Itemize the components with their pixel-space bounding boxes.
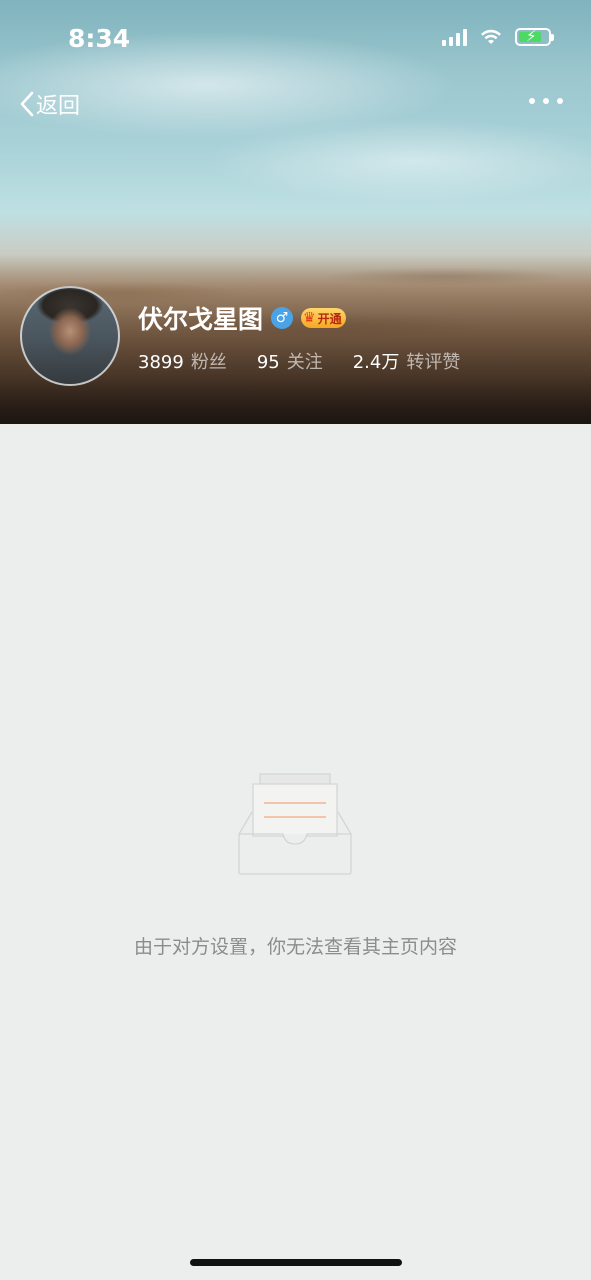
- cellular-signal-icon: [442, 28, 467, 46]
- back-button[interactable]: 返回: [18, 88, 80, 120]
- empty-inbox-icon: [238, 773, 352, 875]
- chevron-left-icon: [20, 91, 34, 117]
- profile-name-row: 伏尔戈星图 ♂ ♛ 开通: [138, 300, 346, 336]
- stat-following[interactable]: 95 关注: [257, 348, 323, 374]
- stat-value: 3899: [138, 352, 184, 373]
- avatar[interactable]: [20, 286, 120, 386]
- stat-value: 2.4万: [352, 352, 400, 373]
- stat-followers[interactable]: 3899 粉丝: [138, 348, 227, 374]
- home-indicator[interactable]: [190, 1259, 402, 1266]
- stat-value: 95: [256, 352, 280, 373]
- stat-label: 粉丝: [190, 352, 227, 373]
- profile-stats: 3899 粉丝 95 关注 2.4万 转评赞: [138, 348, 460, 374]
- vip-open-badge[interactable]: ♛ 开通: [301, 308, 346, 328]
- more-dots-icon[interactable]: [529, 98, 563, 104]
- profile-name: 伏尔戈星图: [138, 305, 264, 334]
- status-icons: ⚡: [442, 27, 554, 46]
- back-label: 返回: [36, 94, 81, 119]
- status-time: 8:34: [68, 24, 131, 53]
- male-gender-icon: ♂: [271, 307, 294, 329]
- charging-bolt-icon: ⚡: [526, 27, 537, 45]
- stat-reposts-comments-likes[interactable]: 2.4万 转评赞: [353, 348, 461, 374]
- empty-state-message: 由于对方设置，你无法查看其主页内容: [133, 936, 457, 958]
- stat-label: 关注: [286, 352, 323, 373]
- vip-label: 开通: [317, 311, 342, 326]
- battery-icon: ⚡: [515, 27, 554, 46]
- wifi-icon: [481, 29, 501, 44]
- stat-label: 转评赞: [406, 352, 461, 373]
- crown-icon: ♛: [303, 310, 316, 326]
